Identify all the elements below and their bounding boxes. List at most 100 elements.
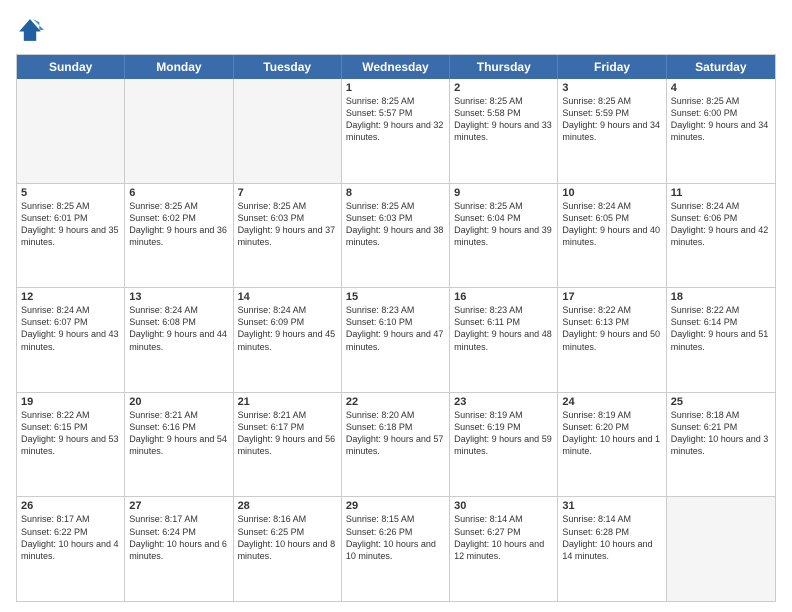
day-info: Sunrise: 8:25 AM Sunset: 6:03 PM Dayligh… xyxy=(238,200,337,249)
day-info: Sunrise: 8:14 AM Sunset: 6:28 PM Dayligh… xyxy=(562,513,661,562)
day-info: Sunrise: 8:24 AM Sunset: 6:08 PM Dayligh… xyxy=(129,304,228,353)
day-number: 16 xyxy=(454,291,553,303)
day-cell-11: 11Sunrise: 8:24 AM Sunset: 6:06 PM Dayli… xyxy=(667,184,775,288)
day-number: 7 xyxy=(238,187,337,199)
day-number: 6 xyxy=(129,187,228,199)
day-cell-1: 1Sunrise: 8:25 AM Sunset: 5:57 PM Daylig… xyxy=(342,79,450,183)
day-number: 28 xyxy=(238,500,337,512)
day-info: Sunrise: 8:25 AM Sunset: 6:00 PM Dayligh… xyxy=(671,95,771,144)
day-cell-7: 7Sunrise: 8:25 AM Sunset: 6:03 PM Daylig… xyxy=(234,184,342,288)
day-cell-19: 19Sunrise: 8:22 AM Sunset: 6:15 PM Dayli… xyxy=(17,393,125,497)
calendar-body: 1Sunrise: 8:25 AM Sunset: 5:57 PM Daylig… xyxy=(17,79,775,601)
day-cell-22: 22Sunrise: 8:20 AM Sunset: 6:18 PM Dayli… xyxy=(342,393,450,497)
day-number: 25 xyxy=(671,396,771,408)
day-cell-30: 30Sunrise: 8:14 AM Sunset: 6:27 PM Dayli… xyxy=(450,497,558,601)
day-header-sunday: Sunday xyxy=(17,55,125,79)
day-number: 23 xyxy=(454,396,553,408)
day-number: 18 xyxy=(671,291,771,303)
day-header-saturday: Saturday xyxy=(667,55,775,79)
day-cell-20: 20Sunrise: 8:21 AM Sunset: 6:16 PM Dayli… xyxy=(125,393,233,497)
day-cell-18: 18Sunrise: 8:22 AM Sunset: 6:14 PM Dayli… xyxy=(667,288,775,392)
day-number: 20 xyxy=(129,396,228,408)
day-info: Sunrise: 8:24 AM Sunset: 6:07 PM Dayligh… xyxy=(21,304,120,353)
day-number: 11 xyxy=(671,187,771,199)
day-info: Sunrise: 8:16 AM Sunset: 6:25 PM Dayligh… xyxy=(238,513,337,562)
day-info: Sunrise: 8:14 AM Sunset: 6:27 PM Dayligh… xyxy=(454,513,553,562)
day-number: 22 xyxy=(346,396,445,408)
day-number: 24 xyxy=(562,396,661,408)
day-number: 2 xyxy=(454,82,553,94)
page: SundayMondayTuesdayWednesdayThursdayFrid… xyxy=(0,0,792,612)
empty-cell xyxy=(17,79,125,183)
day-number: 19 xyxy=(21,396,120,408)
day-info: Sunrise: 8:19 AM Sunset: 6:20 PM Dayligh… xyxy=(562,409,661,458)
day-info: Sunrise: 8:25 AM Sunset: 6:03 PM Dayligh… xyxy=(346,200,445,249)
day-info: Sunrise: 8:24 AM Sunset: 6:09 PM Dayligh… xyxy=(238,304,337,353)
day-number: 1 xyxy=(346,82,445,94)
day-info: Sunrise: 8:25 AM Sunset: 5:58 PM Dayligh… xyxy=(454,95,553,144)
day-info: Sunrise: 8:23 AM Sunset: 6:10 PM Dayligh… xyxy=(346,304,445,353)
day-cell-24: 24Sunrise: 8:19 AM Sunset: 6:20 PM Dayli… xyxy=(558,393,666,497)
day-number: 12 xyxy=(21,291,120,303)
day-cell-4: 4Sunrise: 8:25 AM Sunset: 6:00 PM Daylig… xyxy=(667,79,775,183)
day-info: Sunrise: 8:25 AM Sunset: 6:01 PM Dayligh… xyxy=(21,200,120,249)
day-number: 15 xyxy=(346,291,445,303)
day-number: 31 xyxy=(562,500,661,512)
day-cell-3: 3Sunrise: 8:25 AM Sunset: 5:59 PM Daylig… xyxy=(558,79,666,183)
calendar-row-4: 19Sunrise: 8:22 AM Sunset: 6:15 PM Dayli… xyxy=(17,393,775,498)
empty-cell xyxy=(667,497,775,601)
day-number: 4 xyxy=(671,82,771,94)
day-cell-17: 17Sunrise: 8:22 AM Sunset: 6:13 PM Dayli… xyxy=(558,288,666,392)
empty-cell xyxy=(234,79,342,183)
calendar-row-1: 1Sunrise: 8:25 AM Sunset: 5:57 PM Daylig… xyxy=(17,79,775,184)
day-info: Sunrise: 8:23 AM Sunset: 6:11 PM Dayligh… xyxy=(454,304,553,353)
day-cell-25: 25Sunrise: 8:18 AM Sunset: 6:21 PM Dayli… xyxy=(667,393,775,497)
day-cell-27: 27Sunrise: 8:17 AM Sunset: 6:24 PM Dayli… xyxy=(125,497,233,601)
day-number: 8 xyxy=(346,187,445,199)
day-number: 9 xyxy=(454,187,553,199)
day-info: Sunrise: 8:21 AM Sunset: 6:16 PM Dayligh… xyxy=(129,409,228,458)
day-cell-10: 10Sunrise: 8:24 AM Sunset: 6:05 PM Dayli… xyxy=(558,184,666,288)
day-cell-31: 31Sunrise: 8:14 AM Sunset: 6:28 PM Dayli… xyxy=(558,497,666,601)
calendar-row-3: 12Sunrise: 8:24 AM Sunset: 6:07 PM Dayli… xyxy=(17,288,775,393)
day-cell-21: 21Sunrise: 8:21 AM Sunset: 6:17 PM Dayli… xyxy=(234,393,342,497)
day-header-tuesday: Tuesday xyxy=(234,55,342,79)
day-info: Sunrise: 8:25 AM Sunset: 6:04 PM Dayligh… xyxy=(454,200,553,249)
day-number: 29 xyxy=(346,500,445,512)
day-number: 13 xyxy=(129,291,228,303)
day-info: Sunrise: 8:24 AM Sunset: 6:06 PM Dayligh… xyxy=(671,200,771,249)
calendar: SundayMondayTuesdayWednesdayThursdayFrid… xyxy=(16,54,776,602)
day-cell-12: 12Sunrise: 8:24 AM Sunset: 6:07 PM Dayli… xyxy=(17,288,125,392)
day-cell-28: 28Sunrise: 8:16 AM Sunset: 6:25 PM Dayli… xyxy=(234,497,342,601)
day-cell-26: 26Sunrise: 8:17 AM Sunset: 6:22 PM Dayli… xyxy=(17,497,125,601)
day-cell-8: 8Sunrise: 8:25 AM Sunset: 6:03 PM Daylig… xyxy=(342,184,450,288)
day-info: Sunrise: 8:18 AM Sunset: 6:21 PM Dayligh… xyxy=(671,409,771,458)
day-cell-13: 13Sunrise: 8:24 AM Sunset: 6:08 PM Dayli… xyxy=(125,288,233,392)
day-info: Sunrise: 8:15 AM Sunset: 6:26 PM Dayligh… xyxy=(346,513,445,562)
day-info: Sunrise: 8:24 AM Sunset: 6:05 PM Dayligh… xyxy=(562,200,661,249)
day-cell-29: 29Sunrise: 8:15 AM Sunset: 6:26 PM Dayli… xyxy=(342,497,450,601)
day-info: Sunrise: 8:17 AM Sunset: 6:24 PM Dayligh… xyxy=(129,513,228,562)
calendar-header: SundayMondayTuesdayWednesdayThursdayFrid… xyxy=(17,55,775,79)
day-number: 26 xyxy=(21,500,120,512)
day-cell-14: 14Sunrise: 8:24 AM Sunset: 6:09 PM Dayli… xyxy=(234,288,342,392)
day-number: 21 xyxy=(238,396,337,408)
logo xyxy=(16,16,48,44)
day-header-thursday: Thursday xyxy=(450,55,558,79)
day-info: Sunrise: 8:22 AM Sunset: 6:13 PM Dayligh… xyxy=(562,304,661,353)
day-cell-6: 6Sunrise: 8:25 AM Sunset: 6:02 PM Daylig… xyxy=(125,184,233,288)
day-header-monday: Monday xyxy=(125,55,233,79)
day-cell-15: 15Sunrise: 8:23 AM Sunset: 6:10 PM Dayli… xyxy=(342,288,450,392)
day-info: Sunrise: 8:22 AM Sunset: 6:14 PM Dayligh… xyxy=(671,304,771,353)
day-number: 14 xyxy=(238,291,337,303)
day-header-friday: Friday xyxy=(558,55,666,79)
day-info: Sunrise: 8:17 AM Sunset: 6:22 PM Dayligh… xyxy=(21,513,120,562)
day-info: Sunrise: 8:25 AM Sunset: 5:57 PM Dayligh… xyxy=(346,95,445,144)
empty-cell xyxy=(125,79,233,183)
logo-icon xyxy=(16,16,44,44)
calendar-row-2: 5Sunrise: 8:25 AM Sunset: 6:01 PM Daylig… xyxy=(17,184,775,289)
day-cell-23: 23Sunrise: 8:19 AM Sunset: 6:19 PM Dayli… xyxy=(450,393,558,497)
day-number: 3 xyxy=(562,82,661,94)
day-info: Sunrise: 8:25 AM Sunset: 6:02 PM Dayligh… xyxy=(129,200,228,249)
day-number: 17 xyxy=(562,291,661,303)
